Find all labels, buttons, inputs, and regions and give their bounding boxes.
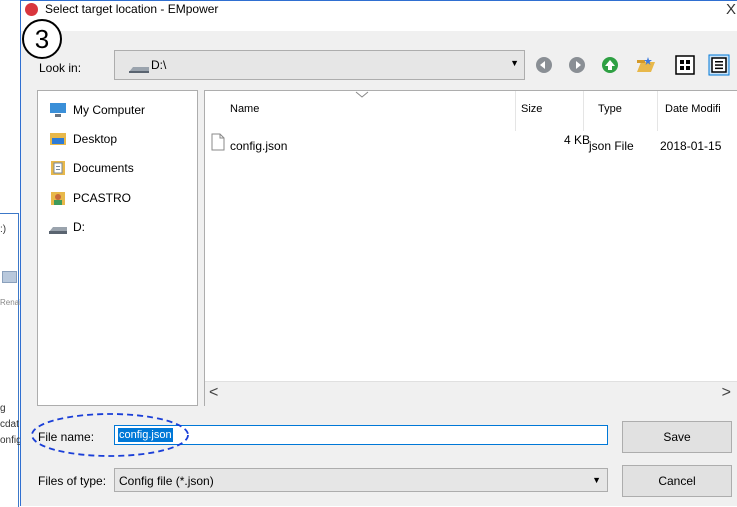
file-type: json File <box>589 139 634 153</box>
look-in-combo[interactable]: D:\ ▼ <box>114 50 525 80</box>
desktop-folder-icon <box>50 133 66 145</box>
up-folder-icon[interactable] <box>599 54 621 76</box>
rename-icon <box>2 271 17 283</box>
details-view-icon[interactable] <box>708 54 730 76</box>
scroll-right-icon[interactable]: > <box>722 384 731 402</box>
column-header-date[interactable]: Date Modifi <box>665 103 721 115</box>
new-folder-icon[interactable] <box>635 54 657 76</box>
close-button[interactable]: X <box>726 1 736 18</box>
place-label: D: <box>73 220 85 234</box>
highlight-ellipse <box>31 413 189 457</box>
file-type-label: Files of type: <box>38 474 107 488</box>
sort-caret-icon <box>355 91 369 98</box>
file-list: Name Size Type Date Modifi config.json 4… <box>204 90 737 406</box>
chevron-down-icon[interactable]: ▼ <box>592 475 601 485</box>
place-documents[interactable]: Documents <box>49 158 134 178</box>
file-size: 4 KB <box>564 133 591 147</box>
dialog-title: Select target location - EMpower <box>45 2 219 16</box>
column-header-size[interactable]: Size <box>521 103 542 115</box>
bg-fragment: Renai <box>0 298 21 307</box>
drive-icon <box>129 67 149 73</box>
place-label: Desktop <box>73 132 118 146</box>
column-divider[interactable] <box>657 91 658 131</box>
step-badge: 3 <box>22 19 62 59</box>
look-in-value: D:\ <box>151 58 167 72</box>
back-icon[interactable] <box>533 54 555 76</box>
place-my-computer[interactable]: My Computer <box>49 100 145 120</box>
file-date: 2018-01-15 <box>660 139 722 153</box>
file-type-value: Config file (*.json) <box>119 474 214 488</box>
scroll-left-icon[interactable]: < <box>209 384 218 402</box>
places-sidebar: My Computer Desktop Documents PCASTRO D: <box>37 90 198 406</box>
user-icon <box>51 192 65 205</box>
file-name: config.json <box>230 139 288 153</box>
place-label: PCASTRO <box>73 191 132 205</box>
chevron-down-icon[interactable]: ▼ <box>510 58 519 68</box>
documents-icon <box>51 161 65 175</box>
file-icon <box>211 133 225 151</box>
place-drive-d[interactable]: D: <box>49 217 85 237</box>
file-type-combo[interactable]: Config file (*.json) ▼ <box>114 468 608 492</box>
background-window-panel: :) Renai g cdat onfig. <box>0 213 24 507</box>
save-button[interactable]: Save <box>622 421 732 453</box>
column-header-name[interactable]: Name <box>230 103 259 115</box>
horizontal-scrollbar[interactable]: < > <box>205 381 737 406</box>
column-divider[interactable] <box>583 91 584 131</box>
column-divider[interactable] <box>515 91 516 131</box>
computer-icon <box>50 103 66 117</box>
place-user[interactable]: PCASTRO <box>49 188 131 208</box>
cancel-button[interactable]: Cancel <box>622 465 732 497</box>
look-in-label: Look in: <box>39 61 82 75</box>
place-desktop[interactable]: Desktop <box>49 129 117 149</box>
place-label: My Computer <box>73 103 146 117</box>
title-bar: Select target location - EMpower X <box>21 1 737 31</box>
bg-fragment: g <box>0 403 6 414</box>
bg-fragment: :) <box>0 224 7 235</box>
bg-fragment: cdat <box>0 419 19 430</box>
file-row[interactable]: config.json 4 KB json File 2018-01-15 <box>205 133 737 155</box>
column-header-type[interactable]: Type <box>598 103 622 115</box>
drive-icon <box>49 227 67 234</box>
view-menu-icon[interactable] <box>674 54 696 76</box>
forward-icon[interactable] <box>566 54 588 76</box>
place-label: Documents <box>73 161 134 175</box>
app-icon <box>25 3 38 16</box>
